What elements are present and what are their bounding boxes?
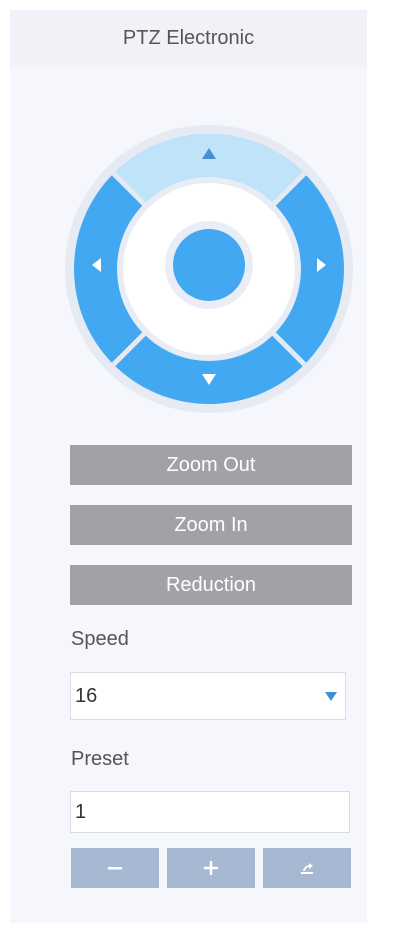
preset-value: 1	[75, 800, 87, 823]
preset-input[interactable]: 1	[70, 791, 350, 833]
preset-add-button[interactable]	[167, 848, 255, 888]
zoom-in-button[interactable]: Zoom In	[70, 505, 352, 545]
chevron-down-icon	[325, 692, 337, 701]
direction-wheel	[65, 125, 353, 413]
reduction-button[interactable]: Reduction	[70, 565, 352, 605]
preset-remove-button[interactable]	[71, 848, 159, 888]
zoom-out-button[interactable]: Zoom Out	[70, 445, 352, 485]
speed-select[interactable]: 16	[70, 672, 346, 720]
center-button[interactable]	[173, 229, 245, 301]
panel-title: PTZ Electronic	[122, 27, 255, 49]
plus-icon	[204, 861, 218, 875]
preset-label: Preset	[71, 748, 129, 770]
speed-label: Speed	[71, 628, 129, 650]
minus-icon	[108, 867, 122, 870]
share-icon	[301, 863, 313, 874]
preset-call-button[interactable]	[263, 848, 351, 888]
speed-value: 16	[75, 684, 98, 707]
panel-header: PTZ Electronic	[10, 10, 367, 67]
